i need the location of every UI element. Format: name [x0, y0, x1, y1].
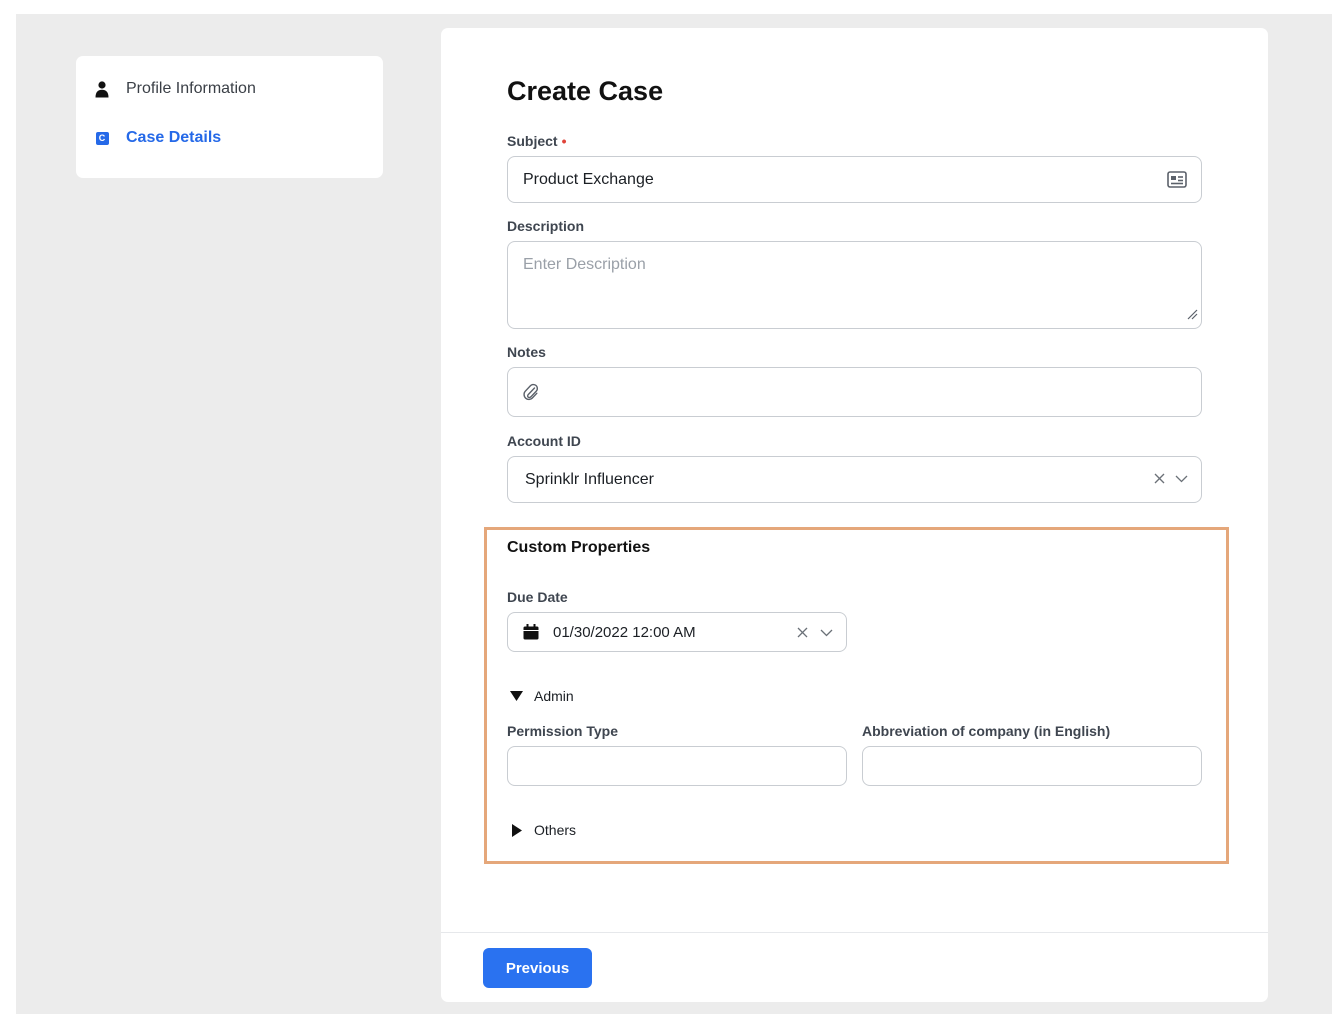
others-label: Others: [534, 822, 577, 838]
permission-type-label: Permission Type: [507, 723, 619, 739]
c-badge-icon: C: [95, 131, 109, 145]
account-id-label: Account ID: [507, 433, 581, 449]
sidebar-item-label: Case Details: [126, 129, 222, 146]
previous-button[interactable]: Previous: [483, 948, 592, 988]
paperclip-icon[interactable]: [523, 383, 539, 401]
account-id-select[interactable]: Sprinklr Influencer: [507, 456, 1202, 503]
caret-down-icon: [510, 691, 523, 701]
description-label: Description: [507, 218, 585, 234]
description-textarea[interactable]: Enter Description: [507, 241, 1202, 329]
description-placeholder: Enter Description: [523, 256, 646, 273]
permission-type-input[interactable]: [507, 746, 847, 786]
due-date-picker[interactable]: 01/30/2022 12:00 AM: [507, 612, 847, 652]
calendar-icon: [523, 624, 539, 640]
subject-value: Product Exchange: [523, 170, 654, 188]
create-case-card: Create Case Subject • Product Exchange De…: [441, 28, 1268, 1002]
admin-section-toggle[interactable]: Admin: [510, 688, 574, 704]
custom-properties-highlight: [484, 527, 1229, 864]
page-title: Create Case: [507, 76, 664, 106]
required-marker: •: [561, 133, 567, 149]
subject-label: Subject •: [507, 133, 567, 149]
caret-right-icon: [512, 823, 522, 837]
subject-input[interactable]: Product Exchange: [507, 156, 1202, 203]
person-icon: [94, 80, 110, 98]
sidebar-item-profile-information[interactable]: Profile Information: [94, 80, 256, 98]
admin-label: Admin: [534, 688, 574, 704]
clear-icon[interactable]: [1154, 473, 1165, 484]
notes-label: Notes: [507, 344, 546, 360]
abbreviation-input[interactable]: [862, 746, 1202, 786]
abbreviation-label: Abbreviation of company (in English): [862, 723, 1111, 739]
custom-properties-title: Custom Properties: [507, 539, 651, 556]
id-card-icon[interactable]: [1167, 171, 1187, 188]
steps-sidebar: Profile Information C Case Details: [76, 56, 383, 178]
sidebar-item-label: Profile Information: [126, 80, 256, 97]
clear-icon[interactable]: [797, 627, 808, 638]
account-id-value: Sprinklr Influencer: [525, 470, 654, 488]
notes-input[interactable]: [507, 367, 1202, 417]
chevron-down-icon[interactable]: [1175, 475, 1188, 483]
chevron-down-icon[interactable]: [820, 629, 833, 637]
resize-handle-icon[interactable]: [1186, 307, 1198, 325]
due-date-label: Due Date: [507, 589, 568, 605]
sidebar-item-case-details[interactable]: C Case Details: [94, 129, 221, 147]
footer-divider: [441, 932, 1268, 933]
others-section-toggle[interactable]: Others: [512, 822, 576, 838]
due-date-value: 01/30/2022 12:00 AM: [553, 623, 696, 641]
